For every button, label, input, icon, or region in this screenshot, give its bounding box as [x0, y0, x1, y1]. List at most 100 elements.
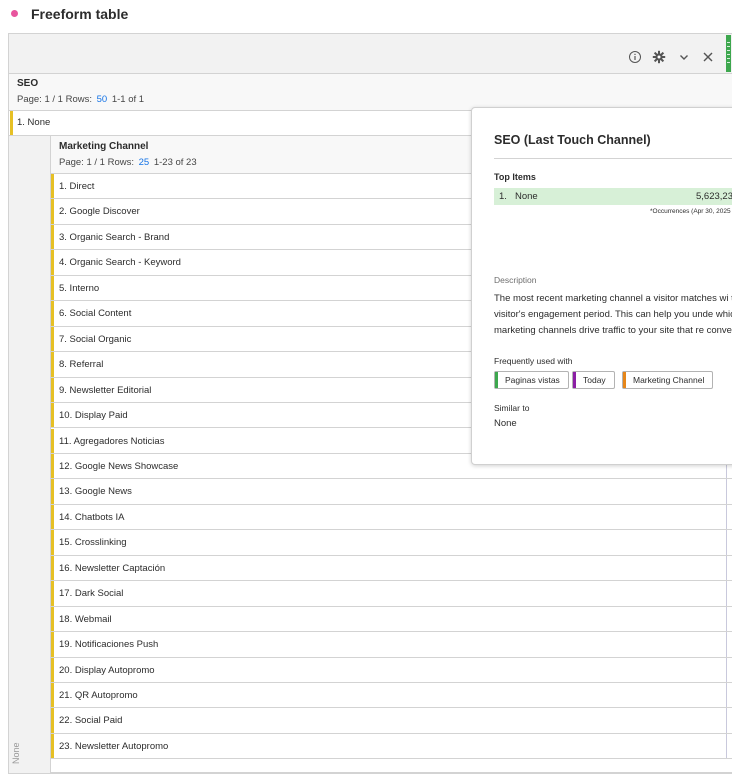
pager-label: Page: 1 / 1 Rows: [59, 157, 134, 168]
similar-to-value: None [494, 418, 517, 429]
row-label: 15. Crosslinking [59, 537, 127, 549]
row-label: 9. Newsletter Editorial [59, 384, 152, 396]
column-divider [726, 581, 727, 606]
description-label: Description [494, 275, 537, 285]
breakdown-gutter-label: None [11, 742, 21, 764]
close-icon[interactable] [701, 50, 717, 66]
column-divider [726, 683, 727, 708]
top-item-name: None [515, 191, 538, 202]
column-divider [726, 708, 727, 733]
row-marker [51, 453, 54, 479]
pager-label: Page: 1 / 1 Rows: [17, 94, 92, 105]
panel-header: Freeform table [0, 0, 732, 30]
row-marker [51, 275, 54, 301]
row-label: 1. None [17, 117, 51, 128]
chip-color-bar [495, 372, 498, 388]
table-row[interactable]: 22. Social Paid [51, 708, 732, 734]
row-marker [51, 555, 54, 581]
row-marker [51, 250, 54, 275]
row-marker [51, 632, 54, 657]
row-marker [51, 683, 54, 708]
similar-to-label: Similar to [494, 403, 530, 413]
table-row[interactable]: 14. Chatbots IA [51, 504, 732, 531]
row-label: 23. Newsletter Autopromo [59, 740, 169, 752]
row-marker [10, 111, 13, 135]
frequently-used-chips: Paginas vistas Today Marketing Channel [494, 371, 732, 389]
row-label: 22. Social Paid [59, 715, 123, 727]
marketing-channel-title: Marketing Channel [59, 141, 149, 152]
table-row[interactable]: 19. Notificaciones Push [51, 632, 732, 658]
pager-range: 1-23 of 23 [153, 157, 197, 168]
chip-today[interactable]: Today [572, 371, 615, 389]
row-marker [51, 352, 54, 377]
row-label: 19. Notificaciones Push [59, 639, 159, 651]
rows-per-page-select[interactable]: 25 [139, 157, 150, 168]
row-marker [51, 174, 54, 199]
row-marker [51, 199, 54, 224]
column-divider [726, 733, 727, 759]
description-text: The most recent marketing channel a visi… [494, 293, 732, 336]
row-marker [51, 530, 54, 555]
chip-label: Today [583, 375, 606, 385]
top-item-rank: 1. [499, 191, 507, 202]
row-marker [51, 581, 54, 606]
row-marker [51, 326, 54, 352]
seo-pager: Page: 1 / 1 Rows: 50 1-1 of 1 [17, 94, 144, 105]
row-marker [51, 224, 54, 250]
row-marker [51, 657, 54, 682]
gear-icon[interactable] [652, 50, 668, 66]
chip-label: Paginas vistas [505, 375, 560, 385]
chip-paginas-vistas[interactable]: Paginas vistas [494, 371, 569, 389]
breakdown-gutter: None [9, 136, 51, 774]
pager-range: 1-1 of 1 [111, 94, 145, 105]
table-bottom-border [8, 773, 732, 774]
chevron-down-icon[interactable] [677, 50, 693, 66]
column-divider [726, 632, 727, 657]
row-label: 21. QR Autopromo [59, 690, 138, 701]
row-label: 16. Newsletter Captación [59, 562, 166, 574]
chip-marketing-channel[interactable]: Marketing Channel [622, 371, 714, 389]
popover-divider [494, 158, 732, 159]
row-label: 13. Google News [59, 486, 132, 498]
seo-dimension-title: SEO [17, 78, 39, 89]
table-row[interactable]: 18. Webmail [51, 606, 732, 633]
row-marker [51, 301, 54, 326]
row-marker [51, 403, 54, 428]
table-row[interactable]: 16. Newsletter Captación [51, 555, 732, 582]
row-label: 11. Agregadores Noticias [59, 435, 165, 447]
row-marker [51, 377, 54, 403]
row-label: 6. Social Content [59, 308, 132, 320]
panel-status-dot [11, 10, 18, 17]
top-item-row[interactable]: 1. None 5,623,23 [494, 188, 732, 205]
row-label: 7. Social Organic [59, 333, 132, 345]
column-divider [726, 530, 727, 555]
row-marker [51, 606, 54, 632]
column-divider [726, 479, 727, 504]
marketing-channel-pager: Page: 1 / 1 Rows: 25 1-23 of 23 [59, 157, 197, 168]
table-row[interactable]: 21. QR Autopromo [51, 683, 732, 709]
table-row[interactable]: 20. Display Autopromo [51, 657, 732, 683]
column-divider [726, 504, 727, 530]
rows-per-page-select[interactable]: 50 [97, 94, 108, 105]
row-marker [51, 428, 54, 453]
row-label: 4. Organic Search - Keyword [59, 257, 181, 269]
row-label: 17. Dark Social [59, 588, 124, 600]
table-row[interactable]: 13. Google News [51, 479, 732, 505]
dimension-info-popover: SEO (Last Touch Channel) Top Items 1. No… [471, 107, 732, 465]
occurrences-note: *Occurrences (Apr 30, 2025 [650, 208, 731, 215]
row-label: 12. Google News Showcase [59, 460, 179, 472]
row-marker [51, 708, 54, 733]
chip-label: Marketing Channel [633, 375, 705, 385]
row-marker [51, 504, 54, 530]
row-marker [51, 479, 54, 504]
info-icon[interactable] [628, 50, 644, 66]
row-marker [51, 733, 54, 759]
table-row[interactable]: 17. Dark Social [51, 581, 732, 607]
table-row[interactable]: 15. Crosslinking [51, 530, 732, 556]
row-label: 2. Google Discover [59, 206, 140, 218]
table-row[interactable]: 23. Newsletter Autopromo [51, 733, 732, 760]
page-title: Freeform table [31, 6, 129, 22]
row-label: 8. Referral [59, 359, 104, 371]
chip-color-bar [573, 372, 576, 388]
dimension-toolbar [619, 50, 719, 68]
